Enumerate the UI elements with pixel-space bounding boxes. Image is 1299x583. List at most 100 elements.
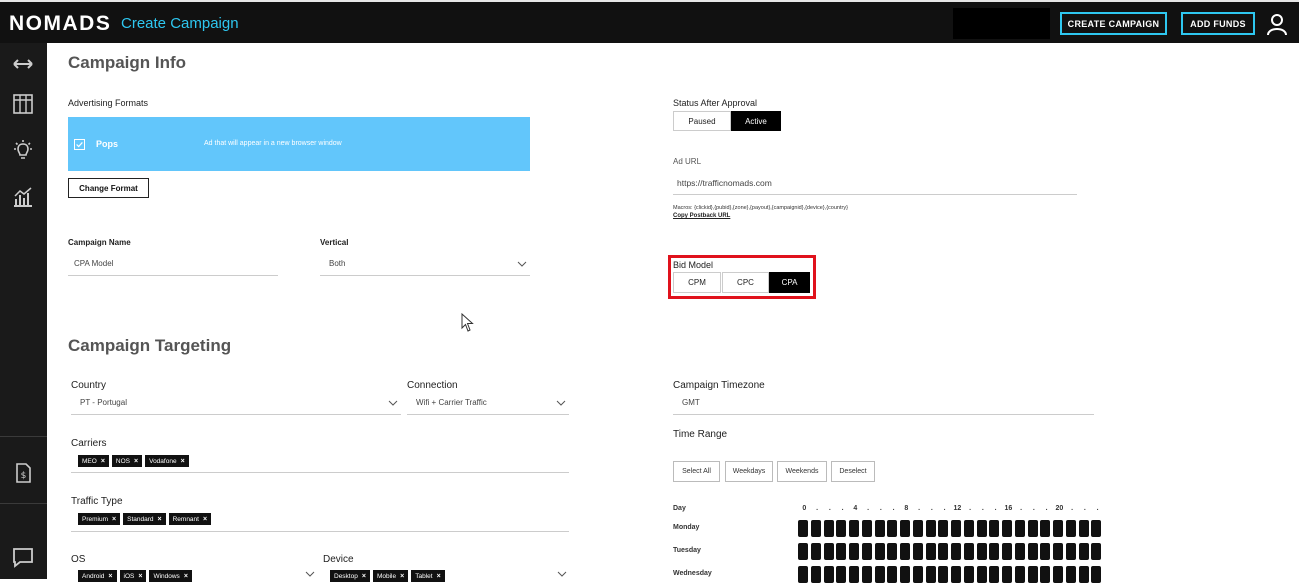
remove-chip-icon[interactable]: × (362, 573, 366, 580)
os-chip-list[interactable]: Android × iOS × Windows × (78, 570, 195, 582)
schedule-hour-cell[interactable] (1091, 520, 1102, 537)
remove-chip-icon[interactable]: × (181, 458, 185, 465)
schedule-hour-cell[interactable] (925, 566, 936, 583)
os-chip[interactable]: iOS × (119, 570, 147, 582)
remove-chip-icon[interactable]: × (101, 458, 105, 465)
schedule-hour-cell[interactable] (810, 543, 821, 560)
nomads-logo[interactable]: NOMADS (9, 12, 111, 36)
remove-chip-icon[interactable]: × (138, 573, 142, 580)
dollar-document-icon[interactable]: $ (11, 461, 35, 485)
schedule-hour-cell[interactable] (989, 520, 1000, 537)
schedule-hour-cell[interactable] (951, 520, 961, 537)
schedule-hour-cell[interactable] (1014, 520, 1025, 537)
schedule-hour-cell[interactable] (1053, 543, 1063, 560)
carrier-chip[interactable]: NOS × (111, 455, 143, 467)
schedule-hour-cell[interactable] (887, 566, 898, 583)
schedule-hour-cell[interactable] (1078, 543, 1089, 560)
table-icon[interactable] (11, 92, 35, 116)
chevron-down-icon[interactable] (305, 571, 315, 577)
schedule-hour-cell[interactable] (810, 566, 821, 583)
schedule-hour-cell[interactable] (1027, 566, 1038, 583)
select-all-button[interactable]: Select All (673, 461, 720, 482)
add-funds-button[interactable]: ADD FUNDS (1181, 12, 1255, 35)
status-active-toggle[interactable]: Active (731, 111, 781, 131)
schedule-hour-cell[interactable] (823, 543, 834, 560)
remove-chip-icon[interactable]: × (184, 573, 188, 580)
schedule-hour-cell[interactable] (874, 566, 885, 583)
schedule-hour-cell[interactable] (1091, 543, 1102, 560)
schedule-hour-cell[interactable] (1065, 520, 1076, 537)
schedule-hour-cell[interactable] (874, 543, 885, 560)
schedule-hour-cell[interactable] (861, 566, 872, 583)
copy-postback-link[interactable]: Copy Postback URL (673, 213, 730, 219)
schedule-hour-cell[interactable] (912, 520, 923, 537)
remove-chip-icon[interactable]: × (400, 573, 404, 580)
schedule-hour-cell[interactable] (976, 566, 987, 583)
schedule-hour-cell[interactable] (963, 520, 974, 537)
schedule-hour-cell[interactable] (1065, 543, 1076, 560)
schedule-hour-cell[interactable] (1027, 520, 1038, 537)
schedule-hour-cell[interactable] (1053, 566, 1063, 583)
schedule-hour-cell[interactable] (823, 520, 834, 537)
traffic-type-chip[interactable]: Premium × (78, 513, 121, 525)
traffic-type-chip-list[interactable]: Premium × Standard × Remnant × (78, 513, 214, 525)
chevron-down-icon[interactable] (556, 400, 566, 406)
remove-chip-icon[interactable]: × (112, 516, 116, 523)
create-campaign-button[interactable]: CREATE CAMPAIGN (1060, 12, 1167, 35)
chevron-down-icon[interactable] (557, 571, 567, 577)
chart-icon[interactable] (11, 185, 35, 209)
remove-chip-icon[interactable]: × (134, 458, 138, 465)
schedule-hour-cell[interactable] (963, 543, 974, 560)
user-icon[interactable] (1265, 12, 1289, 36)
timezone-select[interactable]: GMT (682, 398, 700, 407)
status-paused-toggle[interactable]: Paused (673, 111, 731, 131)
device-chip[interactable]: Desktop × (330, 570, 370, 582)
schedule-hour-cell[interactable] (1002, 520, 1012, 537)
schedule-hour-cell[interactable] (976, 543, 987, 560)
schedule-hour-cell[interactable] (823, 566, 834, 583)
schedule-hour-cell[interactable] (912, 543, 923, 560)
schedule-hour-cell[interactable] (1040, 520, 1051, 537)
lightbulb-icon[interactable] (11, 139, 35, 163)
schedule-hour-cell[interactable] (1027, 543, 1038, 560)
schedule-hour-cell[interactable] (798, 543, 808, 560)
schedule-hour-cell[interactable] (925, 543, 936, 560)
schedule-hour-cell[interactable] (1002, 566, 1012, 583)
schedule-hour-cell[interactable] (887, 520, 898, 537)
os-chip[interactable]: Windows × (149, 570, 192, 582)
schedule-hour-cell[interactable] (900, 520, 910, 537)
remove-chip-icon[interactable]: × (158, 516, 162, 523)
schedule-hour-cell[interactable] (1040, 543, 1051, 560)
schedule-hour-cell[interactable] (951, 566, 961, 583)
ad-url-input[interactable]: https://trafficnomads.com (677, 178, 772, 188)
schedule-hour-cell[interactable] (836, 566, 847, 583)
schedule-hour-cell[interactable] (887, 543, 898, 560)
schedule-hour-cell[interactable] (1078, 566, 1089, 583)
schedule-hour-cell[interactable] (938, 566, 949, 583)
device-chip[interactable]: Tablet × (411, 570, 445, 582)
schedule-hour-cell[interactable] (951, 543, 961, 560)
schedule-hour-cell[interactable] (912, 566, 923, 583)
schedule-hour-cell[interactable] (925, 520, 936, 537)
connection-select[interactable]: Wifi + Carrier Traffic (416, 398, 487, 407)
schedule-hour-cell[interactable] (861, 543, 872, 560)
chevron-down-icon[interactable] (517, 261, 527, 267)
schedule-hour-cell[interactable] (849, 520, 859, 537)
schedule-hour-cell[interactable] (1040, 566, 1051, 583)
schedule-hour-cell[interactable] (798, 520, 808, 537)
schedule-hour-cell[interactable] (1065, 566, 1076, 583)
schedule-hour-cell[interactable] (1091, 566, 1102, 583)
remove-chip-icon[interactable]: × (203, 516, 207, 523)
schedule-hour-cell[interactable] (938, 543, 949, 560)
arrows-horizontal-icon[interactable] (11, 52, 35, 76)
schedule-hour-cell[interactable] (989, 543, 1000, 560)
traffic-type-chip[interactable]: Standard × (123, 513, 166, 525)
schedule-hour-cell[interactable] (900, 566, 910, 583)
schedule-hour-cell[interactable] (1053, 520, 1063, 537)
schedule-hour-cell[interactable] (874, 520, 885, 537)
schedule-hour-cell[interactable] (798, 566, 808, 583)
schedule-hour-cell[interactable] (1078, 520, 1089, 537)
schedule-hour-cell[interactable] (836, 520, 847, 537)
format-checkbox[interactable] (74, 139, 85, 150)
schedule-hour-cell[interactable] (963, 566, 974, 583)
